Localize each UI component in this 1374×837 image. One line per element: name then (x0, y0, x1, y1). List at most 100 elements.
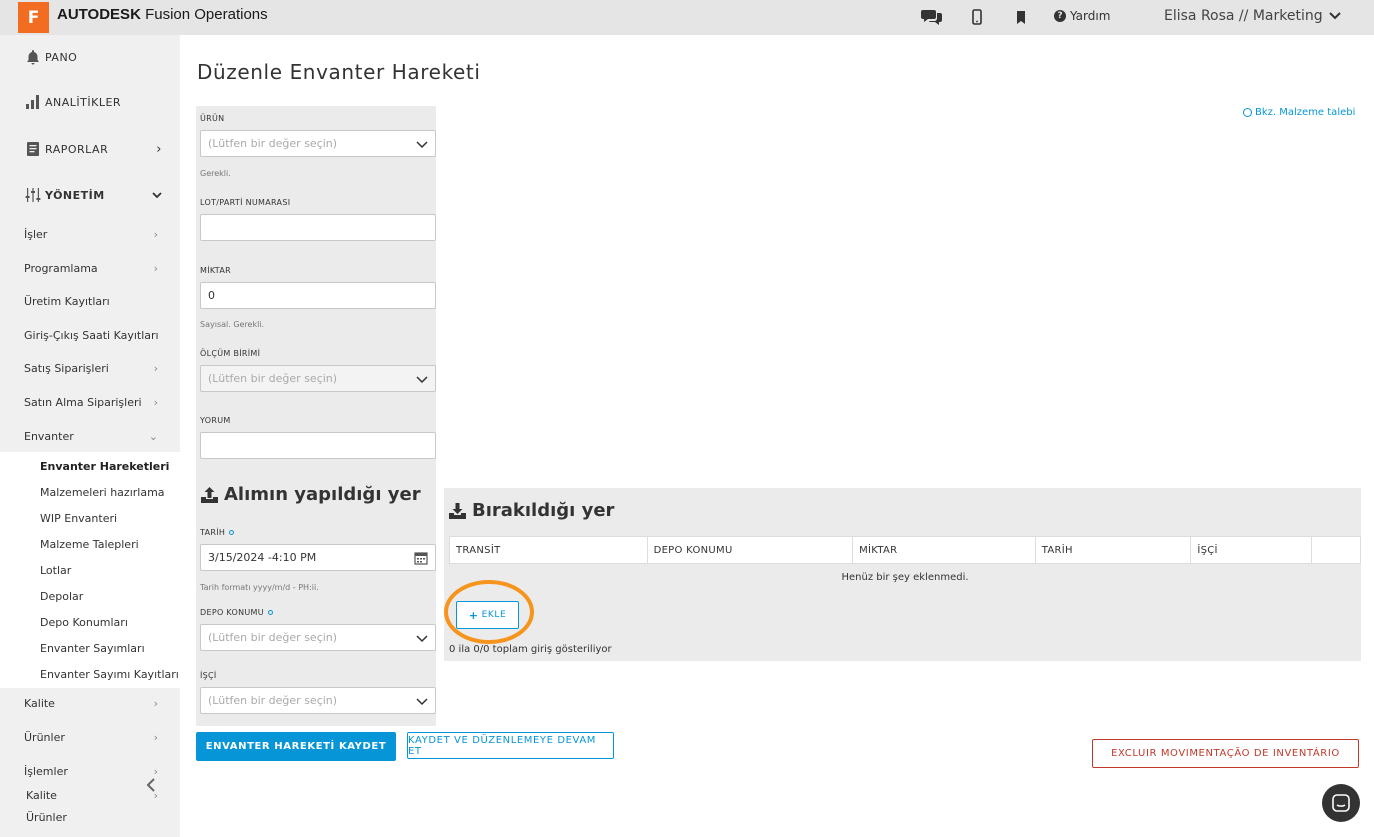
comment-label: YORUM (200, 416, 231, 425)
chevron-right-icon: › (153, 730, 158, 744)
sidebar-item-label: Envanter (24, 429, 74, 443)
bell-icon (24, 48, 42, 66)
sidebar-item-label: Envanter Sayımı Kayıtları (40, 667, 179, 681)
sidebar-item-label: İşler (24, 227, 48, 241)
sidebar-item-pano[interactable]: PANO (0, 35, 180, 79)
sidebar-item-warehouses[interactable]: Depolar (0, 583, 180, 609)
column-actions (1312, 537, 1360, 563)
date-value: 3/15/2024 -4:10 PM (208, 551, 317, 564)
logo-letter: F (27, 7, 40, 28)
sidebar-item-analytics[interactable]: ANALİTİKLER (0, 80, 180, 124)
arrow-circle-icon (1243, 108, 1252, 117)
sidebar-item-label: Programlama (24, 261, 98, 275)
bookmark-icon[interactable] (1010, 6, 1032, 28)
sidebar-item-quality[interactable]: Kalite › (0, 688, 180, 718)
chevron-right-icon: › (153, 395, 158, 409)
user-label: Elisa Rosa // Marketing (1164, 8, 1323, 24)
worker-select[interactable]: (Lütfen bir değer seçin) (200, 687, 436, 714)
worker-placeholder: (Lütfen bir değer seçin) (208, 694, 338, 707)
sidebar-item-locations[interactable]: Depo Konumları (0, 609, 180, 635)
highlight-circle (444, 580, 534, 644)
chat-icon[interactable] (921, 6, 943, 28)
sidebar-item-products[interactable]: Ürünler › (0, 722, 180, 752)
sidebar-item-clock-logs[interactable]: Giriş-Çıkış Saati Kayıtları (0, 320, 180, 350)
sidebar-item-inventory-count-logs[interactable]: Envanter Sayımı Kayıtları (0, 661, 180, 687)
sidebar-item-kitting[interactable]: Malzemeleri hazırlama (0, 479, 180, 505)
download-icon (449, 502, 466, 519)
sidebar-item-reports[interactable]: RAPORLAR › (0, 127, 180, 171)
column-location[interactable]: DEPO KONUMU (648, 537, 854, 563)
required-icon (267, 610, 273, 615)
sidebar-item-sales-orders[interactable]: Satış Siparişleri › (0, 353, 180, 383)
sidebar-item-scheduling[interactable]: Programlama › (0, 253, 180, 283)
column-transit[interactable]: TRANSİT (450, 537, 648, 563)
chevron-down-icon (416, 635, 428, 643)
date-label-text: TARİH (200, 528, 226, 537)
fusion-logo[interactable]: F (18, 2, 49, 33)
drop-table-header: TRANSİT DEPO KONUMU MİKTAR TARİH İŞÇİ (449, 536, 1361, 564)
save-continue-button[interactable]: KAYDET VE DÜZENLEMEYE DEVAM ET (407, 732, 614, 759)
sidebar-item-label: İşlemler (24, 764, 68, 778)
top-bar: F AUTODESK Fusion Operations ? Yardım El… (0, 0, 1374, 35)
location-label: DEPO KONUMU (200, 608, 273, 617)
sidebar-item-products-2[interactable]: Ürünler (0, 804, 180, 830)
sidebar-item-label: Envanter Sayımları (40, 641, 145, 655)
sidebar-item-label: Lotlar (40, 563, 72, 577)
help-link[interactable]: ? Yardım (1054, 9, 1110, 23)
column-date[interactable]: TARİH (1036, 537, 1192, 563)
sidebar-item-inventory-counts[interactable]: Envanter Sayımları (0, 635, 180, 661)
sidebar-item-lots[interactable]: Lotlar (0, 557, 180, 583)
column-worker[interactable]: İŞÇİ (1191, 537, 1313, 563)
chevron-right-icon: › (153, 227, 158, 241)
chevron-down-icon: ⌄ (148, 429, 158, 443)
date-hint: Tarih formatı yyyy/m/d - PH:ii. (200, 583, 319, 592)
sidebar-item-inventory-movements[interactable]: Envanter Hareketleri (0, 453, 180, 479)
sidebar-item-material-requests[interactable]: Malzeme Talepleri (0, 531, 180, 557)
sidebar-item-label: Malzemeleri hazırlama (40, 485, 165, 499)
unit-select[interactable]: (Lütfen bir değer seçin) (200, 365, 436, 392)
sidebar-item-purchase-orders[interactable]: Satın Alma Siparişleri › (0, 387, 180, 417)
sidebar-item-jobs[interactable]: İşler › (0, 219, 180, 249)
lot-label: LOT/PARTİ NUMARASI (200, 198, 291, 207)
sidebar-item-wip-inventory[interactable]: WIP Envanteri (0, 505, 180, 531)
sidebar-item-label: Ürünler (24, 730, 65, 744)
calendar-icon[interactable] (414, 551, 428, 565)
sidebar-item-inventory[interactable]: Envanter ⌄ (0, 421, 180, 451)
material-request-link[interactable]: Bkz. Malzeme talebi (1243, 107, 1355, 118)
mobile-icon[interactable] (966, 6, 988, 28)
user-menu[interactable]: Elisa Rosa // Marketing (1164, 8, 1341, 24)
delete-button[interactable]: EXCLUIR MOVIMENTAÇÃO DE INVENTÁRIO (1092, 739, 1359, 768)
sidebar-item-label: PANO (45, 50, 78, 64)
sidebar-item-label: Giriş-Çıkış Saati Kayıtları (24, 328, 159, 342)
chevron-right-icon: › (153, 696, 158, 710)
sidebar-item-label: Satın Alma Siparişleri (24, 395, 142, 409)
column-quantity[interactable]: MİKTAR (853, 537, 1036, 563)
sidebar-item-management[interactable]: YÖNETİM (0, 173, 180, 217)
quantity-value: 0 (208, 289, 215, 302)
product-select[interactable]: (Lütfen bir değer seçin) (200, 130, 436, 157)
lot-input[interactable] (200, 214, 436, 241)
quantity-input[interactable]: 0 (200, 282, 436, 309)
support-chat-button[interactable] (1322, 784, 1360, 822)
receive-heading-text: Alımın yapıldığı yer (224, 484, 421, 505)
report-icon (24, 140, 42, 158)
brand-rest: Fusion Operations (140, 6, 268, 23)
material-request-link-text: Bkz. Malzeme talebi (1255, 107, 1356, 118)
date-input[interactable]: 3/15/2024 -4:10 PM (200, 544, 436, 571)
question-icon: ? (1054, 10, 1066, 22)
collapse-sidebar-icon[interactable] (146, 776, 156, 797)
empty-table-message: Henüz bir şey eklenmedi. (841, 572, 969, 583)
date-label: TARİH (200, 528, 235, 537)
sidebar-item-label: Envanter Hareketleri (40, 459, 170, 473)
sidebar-item-production-logs[interactable]: Üretim Kayıtları (0, 286, 180, 316)
page-title: Düzenle Envanter Hareketi (197, 60, 481, 84)
sidebar-item-label: Depolar (40, 589, 84, 603)
save-button[interactable]: ENVANTER HAREKETİ KAYDET (196, 732, 396, 761)
chevron-down-icon (1328, 12, 1341, 20)
entries-count: 0 ila 0/0 toplam giriş gösteriliyor (449, 644, 612, 655)
drop-heading-text: Bırakıldığı yer (472, 500, 615, 521)
location-select[interactable]: (Lütfen bir değer seçin) (200, 624, 436, 651)
sidebar-item-label: Kalite (24, 696, 55, 710)
comment-input[interactable] (200, 432, 436, 459)
location-placeholder: (Lütfen bir değer seçin) (208, 631, 338, 644)
